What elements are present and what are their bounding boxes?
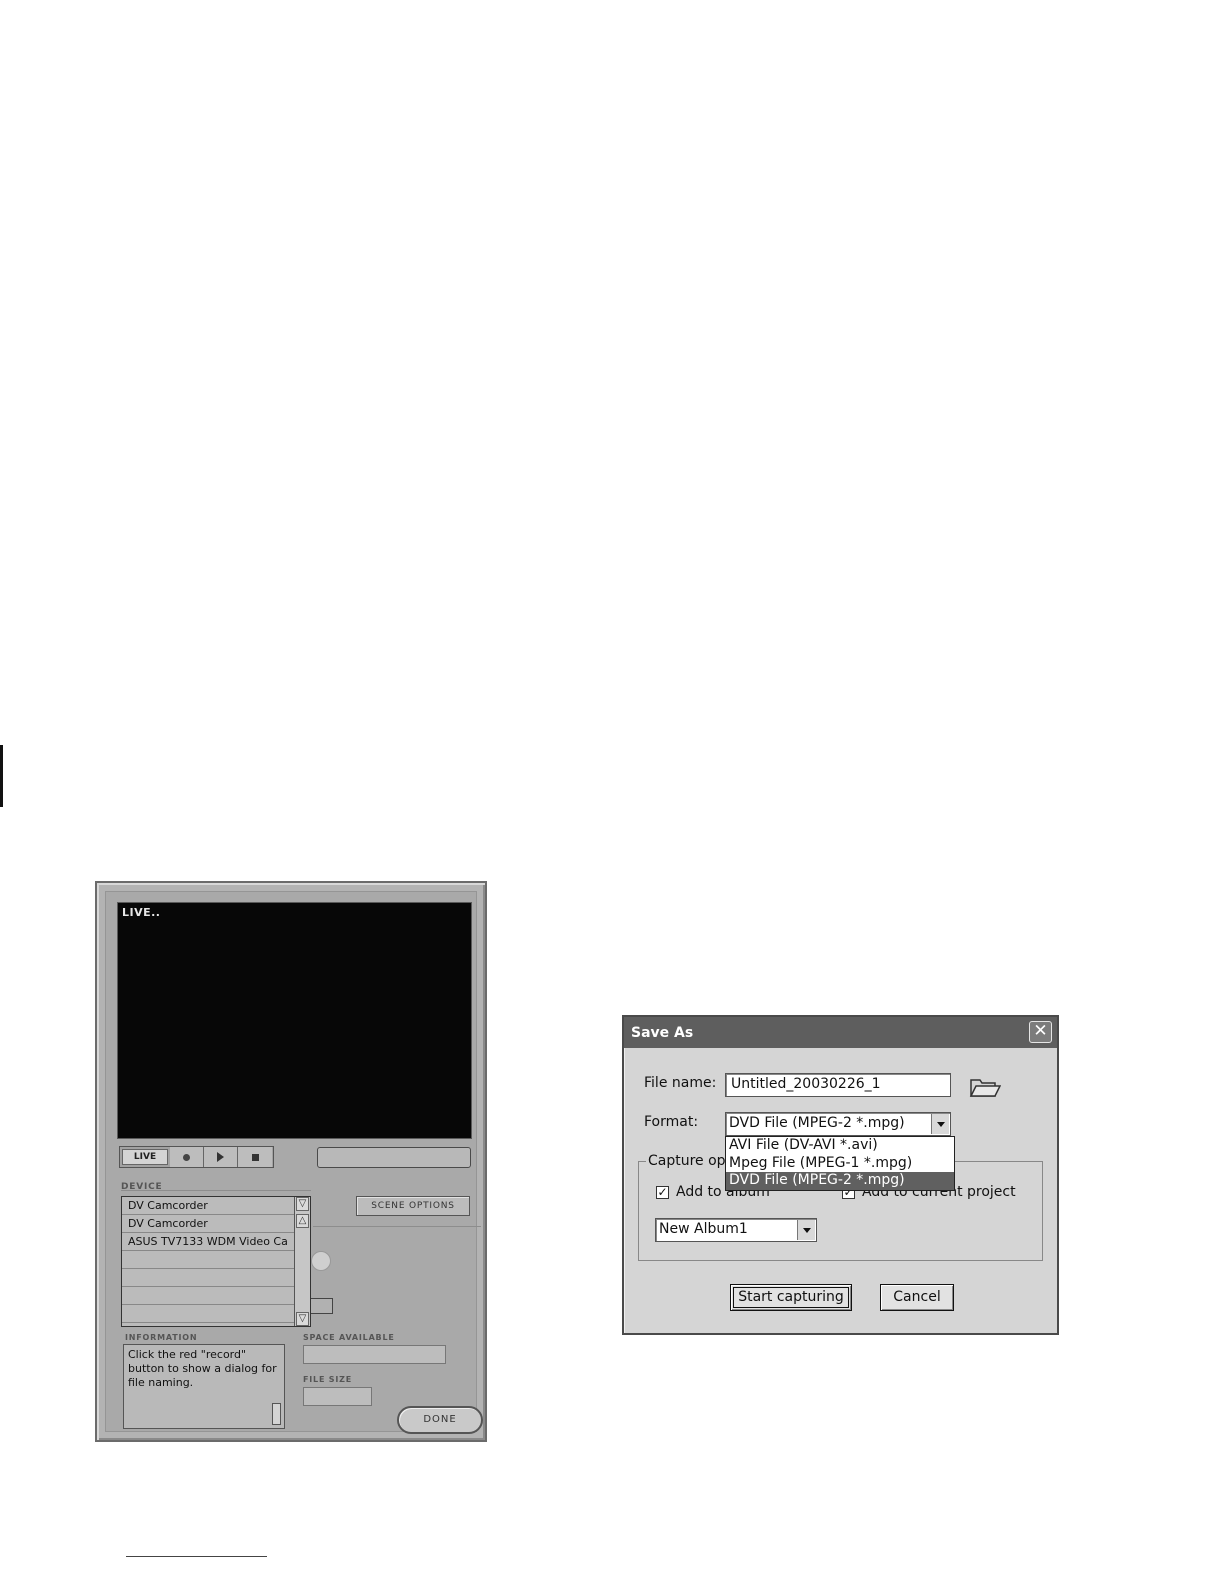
scene-options-button[interactable]: SCENE OPTIONS — [356, 1196, 470, 1216]
device-option[interactable]: ASUS TV7133 WDM Video Ca — [122, 1233, 294, 1251]
scroll-up-icon[interactable]: △ — [296, 1214, 309, 1228]
information-message: Click the red "record" button to show a … — [128, 1348, 277, 1389]
information-label: INFORMATION — [125, 1333, 198, 1342]
stop-icon — [251, 1153, 259, 1161]
device-scrollbar[interactable]: ▽ △ ▽ — [294, 1197, 310, 1326]
file-name-input[interactable]: Untitled_20030226_1 — [725, 1073, 951, 1097]
format-select[interactable]: DVD File (MPEG-2 *.mpg) — [725, 1112, 951, 1136]
file-size-field — [303, 1387, 372, 1406]
preview-live-label: LIVE.. — [122, 906, 161, 919]
play-icon — [217, 1152, 224, 1162]
device-option[interactable]: DV Camcorder — [122, 1197, 294, 1215]
file-name-label: File name: — [644, 1075, 717, 1091]
space-available-field — [303, 1345, 446, 1364]
save-as-dialog: Save As ✕ File name: Untitled_20030226_1… — [622, 1015, 1059, 1335]
scroll-down-icon[interactable]: ▽ — [296, 1312, 309, 1326]
folder-icon[interactable] — [969, 1075, 1001, 1099]
dialog-title: Save As — [631, 1025, 694, 1041]
file-size-label: FILE SIZE — [303, 1375, 352, 1384]
record-button[interactable] — [170, 1147, 204, 1167]
stop-button[interactable] — [238, 1147, 272, 1167]
capture-options-label: Capture opt — [646, 1153, 734, 1169]
margin-bar — [0, 745, 3, 807]
device-option[interactable] — [122, 1269, 294, 1287]
add-to-album-checkbox[interactable]: ✓ — [656, 1186, 669, 1199]
footer-rule — [126, 1556, 267, 1557]
video-preview: LIVE.. — [117, 902, 472, 1139]
device-dropdown-list[interactable]: DV Camcorder DV Camcorder ASUS TV7133 WD… — [121, 1196, 311, 1327]
device-option[interactable]: DV Camcorder — [122, 1215, 294, 1233]
disabled-control-icon — [311, 1251, 331, 1271]
play-button[interactable] — [204, 1147, 238, 1167]
format-option-mpeg1[interactable]: Mpeg File (MPEG-1 *.mpg) — [726, 1155, 954, 1173]
chevron-down-icon[interactable] — [797, 1220, 815, 1240]
device-option[interactable] — [122, 1287, 294, 1305]
transport-controls: LIVE — [119, 1146, 274, 1168]
cancel-button[interactable]: Cancel — [880, 1284, 954, 1311]
device-option[interactable] — [122, 1305, 294, 1323]
info-scroll-icon[interactable] — [272, 1403, 281, 1425]
dropdown-toggle-icon[interactable]: ▽ — [296, 1197, 309, 1211]
device-option[interactable] — [122, 1251, 294, 1269]
close-icon[interactable]: ✕ — [1029, 1021, 1052, 1043]
capture-panel: LIVE.. LIVE DEVICE SCENE OPTIONS DV Camc… — [95, 881, 487, 1442]
dialog-title-bar: Save As — [624, 1017, 1057, 1048]
format-selected-value: DVD File (MPEG-2 *.mpg) — [729, 1115, 905, 1131]
album-select[interactable]: New Album1 — [655, 1218, 817, 1242]
album-selected-value: New Album1 — [659, 1221, 748, 1237]
format-option-avi[interactable]: AVI File (DV-AVI *.avi) — [726, 1137, 954, 1155]
timecode-field — [317, 1147, 471, 1168]
format-option-dvd[interactable]: DVD File (MPEG-2 *.mpg) — [726, 1172, 954, 1190]
section-divider — [313, 1226, 481, 1227]
device-divider — [121, 1190, 311, 1191]
chevron-down-icon[interactable] — [931, 1114, 949, 1134]
record-icon — [183, 1153, 190, 1161]
format-dropdown-list[interactable]: AVI File (DV-AVI *.avi) Mpeg File (MPEG-… — [725, 1136, 955, 1191]
space-available-label: SPACE AVAILABLE — [303, 1333, 395, 1342]
format-label: Format: — [644, 1114, 699, 1130]
information-text: Click the red "record" button to show a … — [123, 1344, 285, 1429]
live-button[interactable]: LIVE — [122, 1149, 168, 1165]
start-capturing-button[interactable]: Start capturing — [730, 1284, 852, 1311]
done-button[interactable]: DONE — [397, 1406, 483, 1434]
